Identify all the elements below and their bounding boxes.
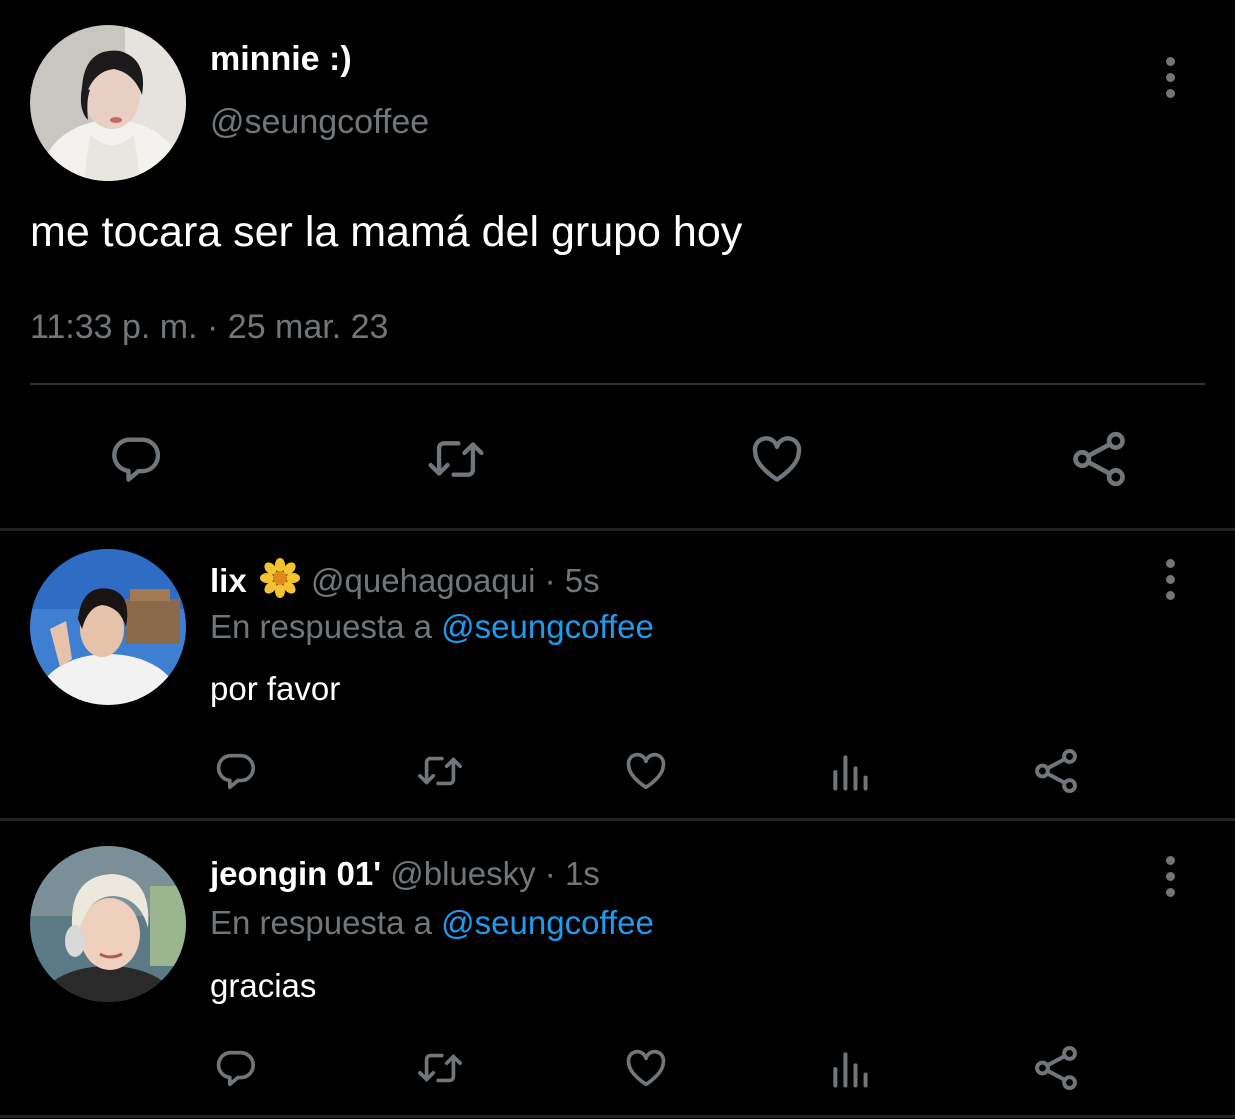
share-icon[interactable] [1068, 428, 1130, 490]
share-icon[interactable] [1031, 1043, 1081, 1093]
reply-time[interactable]: · 1s [545, 855, 600, 892]
tweet-text: me tocara ser la mamá del grupo hoy [30, 208, 743, 256]
divider [30, 383, 1205, 385]
reply-icon[interactable] [212, 1045, 258, 1091]
share-icon[interactable] [1031, 746, 1081, 796]
reply-author-name[interactable]: lix [210, 562, 247, 599]
views-icon[interactable] [828, 1047, 872, 1091]
mention-link[interactable]: @seungcoffee [441, 608, 654, 645]
separator [0, 818, 1235, 821]
retweet-icon[interactable] [414, 748, 466, 794]
reply-avatar[interactable] [30, 549, 186, 705]
like-icon[interactable] [622, 748, 670, 794]
reply-time[interactable]: · 5s [545, 562, 600, 599]
flower-emoji-icon [259, 558, 300, 606]
more-options-icon[interactable] [1166, 559, 1175, 600]
reply-context: En respuesta a @seungcoffee [210, 608, 654, 646]
reply-header: jeongin 01' @bluesky · 1s [210, 855, 600, 893]
reply-context-label: En respuesta a [210, 608, 432, 645]
reply-header: lix @quehagoaqui · 5s [210, 558, 600, 606]
author-avatar[interactable] [30, 25, 186, 181]
reply-author-handle[interactable]: @bluesky [390, 855, 535, 892]
author-handle[interactable]: @seungcoffee [210, 103, 429, 142]
more-options-icon[interactable] [1166, 57, 1175, 98]
reply-author-name[interactable]: jeongin 01' [210, 855, 381, 892]
author-name[interactable]: minnie :) [210, 40, 352, 79]
separator [0, 1115, 1235, 1118]
reply-icon[interactable] [106, 430, 164, 488]
like-icon[interactable] [747, 430, 807, 488]
reply-context: En respuesta a @seungcoffee [210, 904, 654, 942]
reply-avatar[interactable] [30, 846, 186, 1002]
reply-text: por favor [210, 670, 341, 707]
retweet-icon[interactable] [414, 1045, 466, 1091]
retweet-icon[interactable] [424, 430, 488, 488]
views-icon[interactable] [828, 750, 872, 794]
reply-author-handle[interactable]: @quehagoaqui [311, 562, 535, 599]
mention-link[interactable]: @seungcoffee [441, 904, 654, 941]
reply-text: gracias [210, 967, 317, 1004]
separator [0, 528, 1235, 531]
like-icon[interactable] [622, 1045, 670, 1091]
reply-context-label: En respuesta a [210, 904, 432, 941]
reply-icon[interactable] [212, 748, 258, 794]
more-options-icon[interactable] [1166, 856, 1175, 897]
tweet-timestamp[interactable]: 11:33 p. m. · 25 mar. 23 [30, 308, 388, 347]
